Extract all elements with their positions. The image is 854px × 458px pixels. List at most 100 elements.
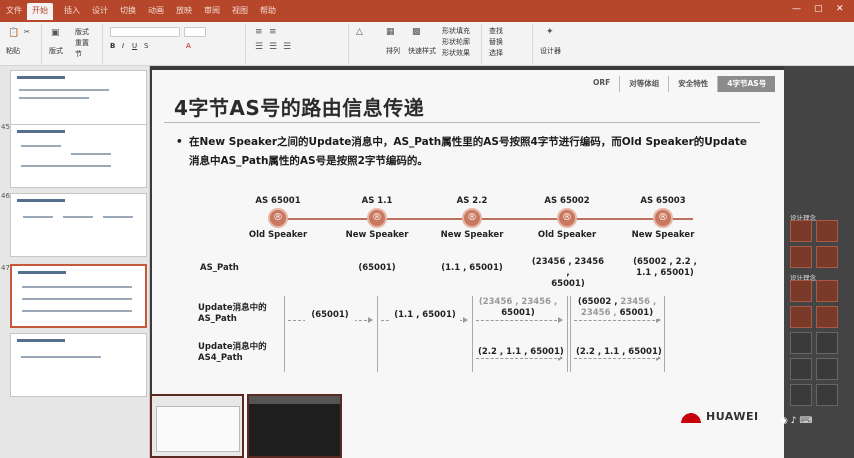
tab-file[interactable]: 文件	[6, 5, 22, 16]
slide-thumbnail[interactable]	[10, 193, 147, 257]
column-divider	[567, 296, 568, 372]
arrange-icon[interactable]: ▦	[386, 27, 395, 37]
shapes-icon[interactable]: △	[356, 27, 363, 37]
cut-icon[interactable]: ✂	[24, 28, 30, 36]
tab-transitions[interactable]: 切换	[120, 5, 136, 16]
reset-button[interactable]: 重置	[75, 38, 89, 48]
font-group: B I U S A	[106, 24, 246, 64]
as-number: AS 65001	[255, 196, 301, 206]
numbering-icon[interactable]: ≡	[269, 27, 277, 37]
as-number: AS 65002	[544, 196, 590, 206]
original-as: 65001)	[501, 308, 535, 318]
tab-review[interactable]: 审阅	[204, 5, 220, 16]
column-divider	[472, 296, 473, 372]
input-method-icon[interactable]: ◉	[780, 416, 788, 426]
microphone-icon[interactable]: ♪	[791, 416, 797, 426]
maximize-icon[interactable]: ▢	[814, 4, 823, 14]
as-node-2: AS 1.1 ® New Speaker	[342, 196, 412, 240]
design-idea-thumbnail[interactable]	[790, 280, 812, 302]
design-idea-thumbnail[interactable]	[790, 358, 812, 380]
design-idea-thumbnail[interactable]	[816, 384, 838, 406]
as-path-value: (65002 , 2.2 , 1.1 , 65001)	[633, 257, 697, 278]
minimize-icon[interactable]: —	[792, 4, 801, 14]
as-node-4: AS 65002 ® Old Speaker	[532, 196, 602, 240]
replace-button[interactable]: 替换	[489, 37, 503, 47]
tab-design[interactable]: 设计	[92, 5, 108, 16]
quick-styles-button[interactable]: 快速样式	[408, 46, 436, 56]
router-icon: ®	[557, 208, 577, 228]
font-name-select[interactable]	[110, 27, 180, 37]
message-arrow	[476, 355, 563, 361]
design-idea-thumbnail[interactable]	[816, 220, 838, 242]
router-icon: ®	[653, 208, 673, 228]
slide-thumbnail[interactable]	[10, 124, 147, 188]
shape-outline-button[interactable]: 形状轮廓	[442, 37, 470, 47]
message-arrow	[574, 355, 661, 361]
taskbar-preview-window[interactable]	[150, 394, 244, 458]
huawei-logo: HUAWEI	[680, 409, 759, 423]
new-slide-icon[interactable]: ▣	[51, 28, 60, 38]
italic-icon[interactable]: I	[122, 42, 124, 50]
preview-content	[156, 406, 240, 452]
tab-help[interactable]: 帮助	[260, 5, 276, 16]
designer-pane[interactable]: 设计理念 设计理念	[784, 66, 854, 458]
find-button[interactable]: 查找	[489, 26, 503, 36]
slide-title: 4字节AS号的路由信息传递	[174, 96, 425, 120]
as-number: AS 65003	[640, 196, 686, 206]
design-idea-thumbnail[interactable]	[790, 384, 812, 406]
drawing-group: △ ▦ 排列 ▩ 快速样式 形状填充 形状轮廓 形状效果	[352, 24, 482, 64]
select-button[interactable]: 选择	[489, 48, 503, 58]
design-idea-thumbnail[interactable]	[790, 220, 812, 242]
nav-tab-orf: ORF	[584, 76, 621, 92]
title-divider	[164, 122, 760, 123]
keyboard-icon[interactable]: ⌨	[799, 416, 812, 426]
designer-button[interactable]: 设计器	[540, 46, 561, 56]
as-node-5: AS 65003 ® New Speaker	[628, 196, 698, 240]
layout-button[interactable]: 版式	[75, 27, 89, 37]
align-right-icon[interactable]: ☰	[283, 42, 291, 52]
as-path-value: (23456 , 23456 , 65001)	[531, 257, 605, 289]
speaker-type: New Speaker	[631, 230, 695, 240]
shape-effects-button[interactable]: 形状效果	[442, 48, 470, 58]
tab-view[interactable]: 视图	[232, 5, 248, 16]
tab-insert[interactable]: 插入	[64, 5, 80, 16]
paste-button[interactable]: 粘贴	[6, 46, 20, 56]
align-left-icon[interactable]: ☰	[255, 42, 263, 52]
strikethrough-icon[interactable]: S	[144, 42, 148, 50]
design-idea-thumbnail[interactable]	[816, 246, 838, 268]
new-slide-button[interactable]: 版式	[49, 46, 63, 56]
tab-animations[interactable]: 动画	[148, 5, 164, 16]
design-idea-thumbnail[interactable]	[790, 306, 812, 328]
huawei-logo-text: HUAWEI	[706, 409, 759, 423]
designer-icon[interactable]: ✦	[546, 27, 554, 37]
font-color-icon[interactable]: A	[186, 42, 191, 50]
font-size-select[interactable]	[184, 27, 206, 37]
nav-tab-peer-group: 对等体组	[620, 76, 670, 92]
translated-as: 23456 ,	[580, 308, 617, 318]
tab-home[interactable]: 开始	[27, 3, 53, 20]
arrange-button[interactable]: 排列	[386, 46, 400, 56]
slide-thumbnail-selected[interactable]	[10, 264, 147, 328]
design-idea-thumbnail[interactable]	[816, 332, 838, 354]
taskbar-preview-window[interactable]	[247, 394, 342, 458]
design-idea-thumbnail[interactable]	[790, 332, 812, 354]
update-as-path-value: (1.1 , 65001)	[390, 310, 460, 321]
design-idea-thumbnail[interactable]	[816, 306, 838, 328]
slide-thumbnail[interactable]	[10, 333, 147, 397]
paste-icon[interactable]: 📋	[8, 28, 19, 38]
quick-styles-icon[interactable]: ▩	[412, 27, 421, 37]
section-button[interactable]: 节	[75, 49, 82, 59]
design-idea-thumbnail[interactable]	[816, 358, 838, 380]
bullets-icon[interactable]: ≡	[255, 27, 263, 37]
bold-icon[interactable]: B	[110, 42, 115, 50]
shape-fill-button[interactable]: 形状填充	[442, 26, 470, 36]
close-icon[interactable]: ✕	[836, 4, 844, 14]
bullet-paragraph: • 在New Speaker之间的Update消息中，AS_Path属性里的AS…	[176, 133, 766, 171]
slide-thumbnail-pane[interactable]: 45 46 47	[0, 66, 150, 458]
design-idea-thumbnail[interactable]	[790, 246, 812, 268]
design-idea-thumbnail[interactable]	[816, 280, 838, 302]
underline-icon[interactable]: U	[132, 42, 137, 50]
align-center-icon[interactable]: ☰	[269, 42, 277, 52]
router-icon: ®	[268, 208, 288, 228]
tab-slideshow[interactable]: 放映	[176, 5, 192, 16]
